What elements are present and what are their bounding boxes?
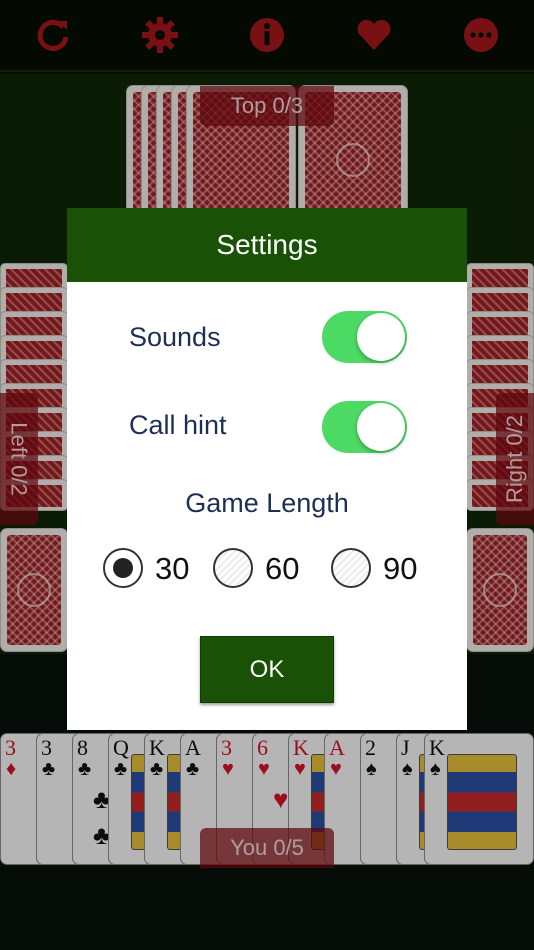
game-length-radio-60[interactable] bbox=[213, 548, 253, 588]
sounds-toggle[interactable] bbox=[322, 311, 407, 363]
dialog-title: Settings bbox=[67, 208, 467, 282]
game-length-option-60: 60 bbox=[265, 551, 300, 586]
call-hint-label: Call hint bbox=[129, 410, 227, 440]
sounds-label: Sounds bbox=[129, 322, 221, 352]
game-length-option-90: 90 bbox=[383, 551, 418, 586]
settings-dialog: Settings Sounds Call hint Game Length 30… bbox=[67, 208, 467, 730]
game-length-radio-30[interactable] bbox=[103, 548, 143, 588]
game-length-option-30: 30 bbox=[155, 551, 190, 586]
call-hint-toggle[interactable] bbox=[322, 401, 407, 453]
toggle-knob bbox=[357, 403, 405, 451]
game-length-radio-90[interactable] bbox=[331, 548, 371, 588]
game-length-title: Game Length bbox=[185, 488, 349, 518]
ok-button[interactable]: OK bbox=[200, 636, 334, 703]
toggle-knob bbox=[357, 313, 405, 361]
